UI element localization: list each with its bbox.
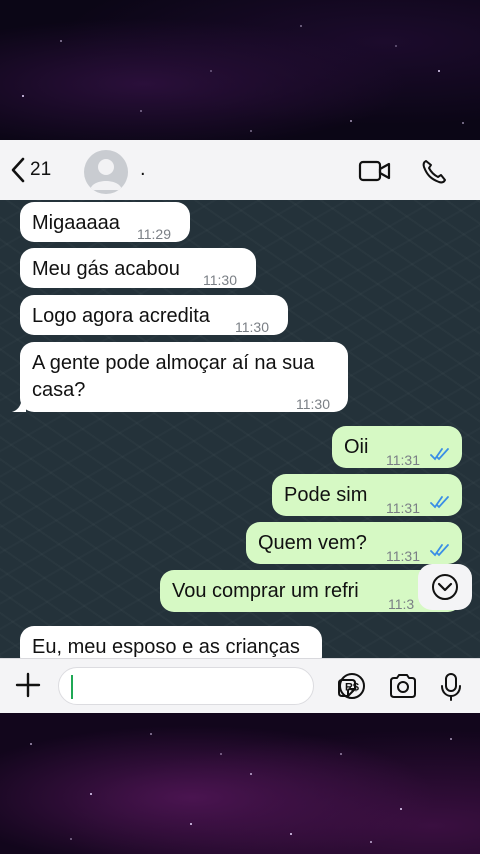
double-check-icon xyxy=(430,448,449,461)
message-time: 11:29 xyxy=(137,226,171,242)
message-text-line2: casa? xyxy=(32,379,86,401)
payment-button[interactable]: R$ xyxy=(338,672,366,705)
camera-button[interactable] xyxy=(388,672,418,705)
message-input[interactable] xyxy=(58,667,356,705)
message-incoming[interactable]: Meu gás acabou 11:30 xyxy=(20,248,256,288)
plus-icon xyxy=(15,672,41,698)
message-time: 11:30 xyxy=(203,272,237,288)
text-caret xyxy=(71,675,73,699)
video-call-button[interactable] xyxy=(358,158,392,189)
message-text-line1: A gente pode almoçar aí na sua xyxy=(32,352,315,374)
message-time: 11:30 xyxy=(296,396,330,412)
unread-count: 21 xyxy=(30,159,52,180)
message-incoming[interactable]: Logo agora acredita 11:30 xyxy=(20,295,288,335)
back-button[interactable]: 21 xyxy=(10,156,51,184)
scroll-to-bottom-button[interactable] xyxy=(418,564,472,610)
microphone-icon xyxy=(441,673,461,701)
person-icon xyxy=(90,159,122,190)
message-time: 11:3 xyxy=(388,596,415,612)
chevron-down-icon xyxy=(432,574,458,600)
chevron-left-icon xyxy=(11,157,25,183)
voice-call-button[interactable] xyxy=(420,158,448,191)
message-text: Logo agora acredita xyxy=(32,305,210,327)
attach-button[interactable] xyxy=(14,671,42,704)
background-image-bottom xyxy=(0,713,480,854)
message-incoming[interactable]: Eu, meu esposo e as crianças xyxy=(20,626,322,658)
chat-screen: 21 . Migaaaaa 11:29 Meu gás acabou 11:30… xyxy=(0,140,480,713)
message-text: Oii xyxy=(344,436,369,458)
background-image-top xyxy=(0,0,480,140)
message-text: Eu, meu esposo e as crianças xyxy=(32,636,300,658)
message-list[interactable]: Migaaaaa 11:29 Meu gás acabou 11:30 Logo… xyxy=(0,200,480,658)
double-check-icon xyxy=(430,496,449,509)
message-time: 11:31 xyxy=(386,548,420,564)
message-outgoing[interactable]: Oii 11:31 xyxy=(332,426,462,468)
camera-icon xyxy=(390,674,416,698)
message-text: Migaaaaa xyxy=(32,212,120,234)
double-check-icon xyxy=(430,544,449,557)
avatar[interactable] xyxy=(84,150,128,194)
message-composer: R$ xyxy=(0,658,480,713)
contact-name[interactable]: . xyxy=(140,158,146,181)
currency-label: R$ xyxy=(345,682,359,694)
chat-header: 21 . xyxy=(0,140,480,201)
currency-icon: R$ xyxy=(339,673,365,699)
message-text: Quem vem? xyxy=(258,532,367,554)
message-text: Vou comprar um refri xyxy=(172,580,359,602)
phone-icon xyxy=(422,160,446,184)
message-outgoing[interactable]: Vou comprar um refri 11:3 xyxy=(160,570,462,612)
message-outgoing[interactable]: Quem vem? 11:31 xyxy=(246,522,462,564)
mic-button[interactable] xyxy=(440,672,462,707)
message-incoming[interactable]: A gente pode almoçar aí na sua casa? 11:… xyxy=(20,342,348,412)
video-camera-icon xyxy=(358,160,391,182)
message-time: 11:30 xyxy=(235,319,269,335)
message-outgoing[interactable]: Pode sim 11:31 xyxy=(272,474,462,516)
message-text: Pode sim xyxy=(284,484,368,506)
message-incoming[interactable]: Migaaaaa 11:29 xyxy=(20,202,190,242)
message-time: 11:31 xyxy=(386,500,420,516)
message-text: Meu gás acabou xyxy=(32,258,180,280)
message-time: 11:31 xyxy=(386,452,420,468)
